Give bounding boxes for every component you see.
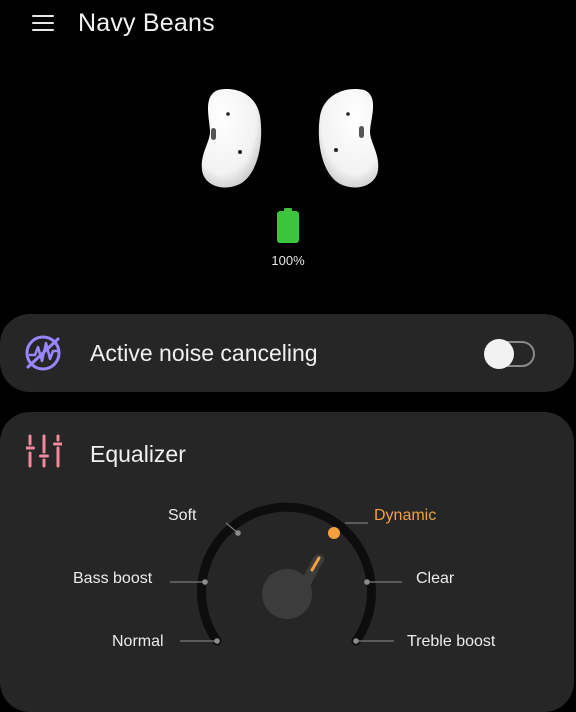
anc-toggle[interactable] [484,339,538,369]
left-earbud [201,89,262,188]
battery-level-text: 100% [271,253,305,268]
anc-label: Active noise canceling [90,340,318,366]
anc-toggle-knob [484,339,514,369]
hamburger-menu-icon[interactable] [32,12,56,34]
preset-clear[interactable]: Clear [416,570,454,588]
anc-card[interactable]: Active noise canceling [0,314,574,392]
preset-treble-boost[interactable]: Treble boost [407,633,495,651]
right-earbud [318,89,379,188]
dot-clear [364,579,370,585]
dial-knob[interactable] [262,554,325,619]
earbuds-image [201,89,379,188]
preset-normal[interactable]: Normal [112,633,164,651]
preset-bass-boost[interactable]: Bass boost [73,570,152,588]
equalizer-dial[interactable] [0,412,574,712]
dot-treble-boost [353,638,359,644]
preset-dynamic[interactable]: Dynamic [374,507,436,525]
device-name-title: Navy Beans [78,9,215,37]
dot-normal [214,638,220,644]
equalizer-card: Equalizer Soft Dynamic Bass boost Clear … [0,412,574,712]
dot-bass-boost [202,579,208,585]
noise-canceling-icon [25,335,61,371]
preset-soft[interactable]: Soft [168,507,196,525]
dot-soft [235,530,241,536]
app-header: Navy Beans [0,0,576,50]
battery-icon [277,208,299,243]
dot-dynamic-selected [328,527,340,539]
